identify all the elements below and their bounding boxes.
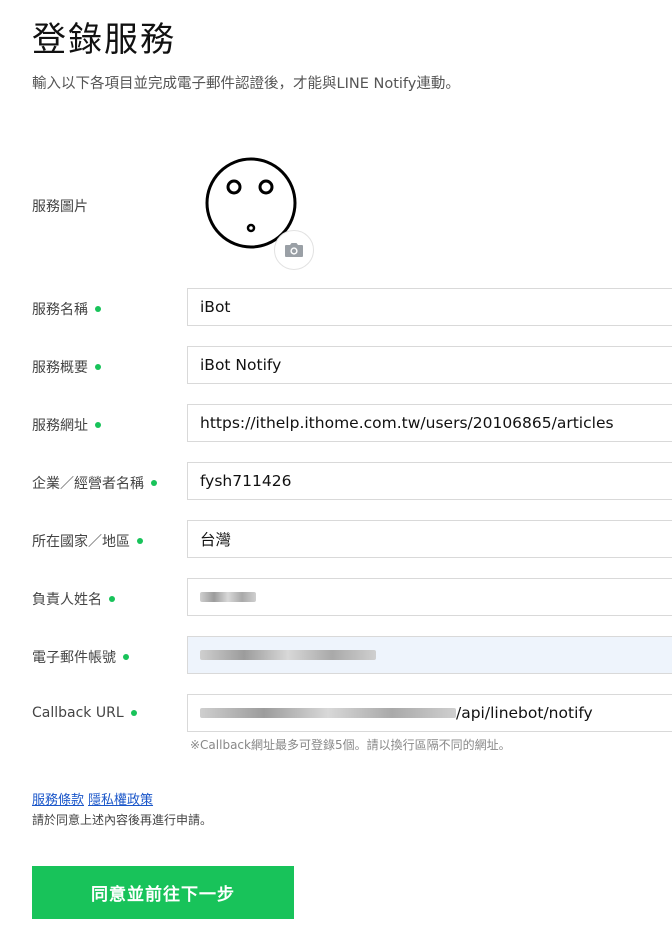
label-text: 服務圖片	[32, 199, 88, 215]
service-summary-label: 服務概要	[32, 357, 101, 377]
input-value: 台灣	[200, 531, 232, 549]
terms-link[interactable]: 服務條款	[32, 793, 84, 808]
label-text: 企業／經營者名稱	[32, 476, 144, 492]
page-subtitle: 輸入以下各項目並完成電子郵件認證後，才能與LINE Notify連動。	[32, 76, 460, 92]
required-dot	[151, 480, 157, 486]
required-dot	[109, 596, 115, 602]
label-text: 負責人姓名	[32, 592, 102, 608]
page-title: 登錄服務	[32, 20, 176, 60]
service-image-label: 服務圖片	[32, 196, 88, 216]
camera-icon	[285, 243, 303, 257]
required-dot	[95, 306, 101, 312]
service-url-input[interactable]: https://ithelp.ithome.com.tw/users/20106…	[187, 404, 672, 442]
email-input[interactable]	[187, 636, 672, 674]
country-label: 所在國家／地區	[32, 531, 143, 551]
company-name-input[interactable]: fysh711426	[187, 462, 672, 500]
country-input[interactable]: 台灣	[187, 520, 672, 558]
input-value: /api/linebot/notify	[456, 704, 593, 722]
required-dot	[95, 364, 101, 370]
change-image-button[interactable]	[274, 230, 314, 270]
owner-name-label: 負責人姓名	[32, 589, 115, 609]
required-dot	[95, 422, 101, 428]
callback-url-note: ※Callback網址最多可登錄5個。請以換行區隔不同的網址。	[190, 738, 511, 752]
agree-text: 請於同意上述內容後再進行申請。	[32, 813, 213, 827]
label-text: 電子郵件帳號	[32, 650, 116, 666]
input-value: iBot Notify	[200, 356, 282, 374]
service-summary-input[interactable]: iBot Notify	[187, 346, 672, 384]
service-name-label: 服務名稱	[32, 299, 101, 319]
policy-links: 服務條款 隱私權政策	[32, 789, 157, 808]
owner-name-input[interactable]	[187, 578, 672, 616]
redacted-value	[200, 592, 256, 602]
company-name-label: 企業／經營者名稱	[32, 473, 157, 493]
label-text: Callback URL	[32, 705, 124, 721]
agree-submit-button[interactable]: 同意並前往下一步	[32, 866, 294, 919]
callback-url-label: Callback URL	[32, 705, 137, 721]
service-url-label: 服務網址	[32, 415, 101, 435]
redacted-value	[200, 708, 456, 718]
label-text: 服務網址	[32, 418, 88, 434]
callback-url-input[interactable]: /api/linebot/notify	[187, 694, 672, 732]
required-dot	[130, 710, 137, 716]
required-dot	[137, 538, 143, 544]
service-name-input[interactable]: iBot	[187, 288, 672, 326]
label-text: 所在國家／地區	[32, 534, 130, 550]
required-dot	[123, 654, 129, 660]
email-label: 電子郵件帳號	[32, 647, 129, 667]
redacted-value	[200, 650, 376, 660]
label-text: 服務概要	[32, 360, 88, 376]
input-value: iBot	[200, 298, 231, 316]
input-value: https://ithelp.ithome.com.tw/users/20106…	[200, 414, 614, 432]
privacy-link[interactable]: 隱私權政策	[88, 793, 153, 808]
label-text: 服務名稱	[32, 302, 88, 318]
input-value: fysh711426	[200, 472, 292, 490]
